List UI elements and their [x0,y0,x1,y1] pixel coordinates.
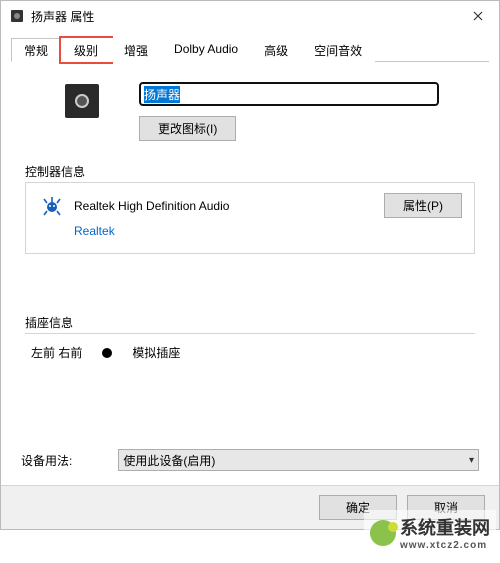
title-bar: 扬声器 属性 [1,1,499,31]
controller-info-group: 控制器信息 Realtek High Definition Audio 属性(P… [25,163,475,254]
device-usage-selected: 使用此设备(启用) [123,452,215,469]
tab-general[interactable]: 常规 [11,38,61,62]
tab-spatial[interactable]: 空间音效 [301,38,375,62]
jack-position: 左前 右前 [31,344,82,361]
watermark-url: www.xtcz2.com [400,540,490,551]
close-button[interactable] [457,1,499,31]
cancel-button[interactable]: 取消 [407,495,485,520]
properties-dialog: 扬声器 属性 常规 级别 增强 Dolby Audio 高级 空间音效 更改图标… [0,0,500,530]
window-title: 扬声器 属性 [31,8,457,25]
tab-strip: 常规 级别 增强 Dolby Audio 高级 空间音效 [1,37,499,61]
device-header-row: 更改图标(I) [65,82,475,141]
chevron-down-icon: ▾ [469,455,474,466]
controller-properties-button[interactable]: 属性(P) [384,193,462,218]
tab-content-general: 更改图标(I) 控制器信息 Realtek High Definition Au… [1,62,499,371]
device-name-input[interactable] [139,82,439,106]
device-usage-label: 设备用法: [21,452,72,469]
jack-info-group: 插座信息 左前 右前 模拟插座 [25,314,475,361]
jack-color-dot [102,348,112,358]
speaker-app-icon [9,8,25,24]
jack-group-label: 插座信息 [25,314,475,331]
realtek-icon [40,194,64,218]
controller-name: Realtek High Definition Audio [74,199,374,213]
dialog-footer: 确定 取消 [1,485,499,529]
device-usage-row: 设备用法: 使用此设备(启用) ▾ [21,449,479,471]
controller-group-label: 控制器信息 [25,163,475,180]
ok-button[interactable]: 确定 [319,495,397,520]
tab-enhancements[interactable]: 增强 [111,38,161,62]
controller-vendor-link[interactable]: Realtek [74,224,462,238]
tab-advanced[interactable]: 高级 [251,38,301,62]
tab-dolby[interactable]: Dolby Audio [161,38,251,62]
tab-levels[interactable]: 级别 [61,38,111,62]
jack-type: 模拟插座 [132,344,180,361]
close-icon [473,11,483,21]
device-icon [65,84,99,118]
device-usage-select[interactable]: 使用此设备(启用) ▾ [118,449,479,471]
change-icon-button[interactable]: 更改图标(I) [139,116,236,141]
